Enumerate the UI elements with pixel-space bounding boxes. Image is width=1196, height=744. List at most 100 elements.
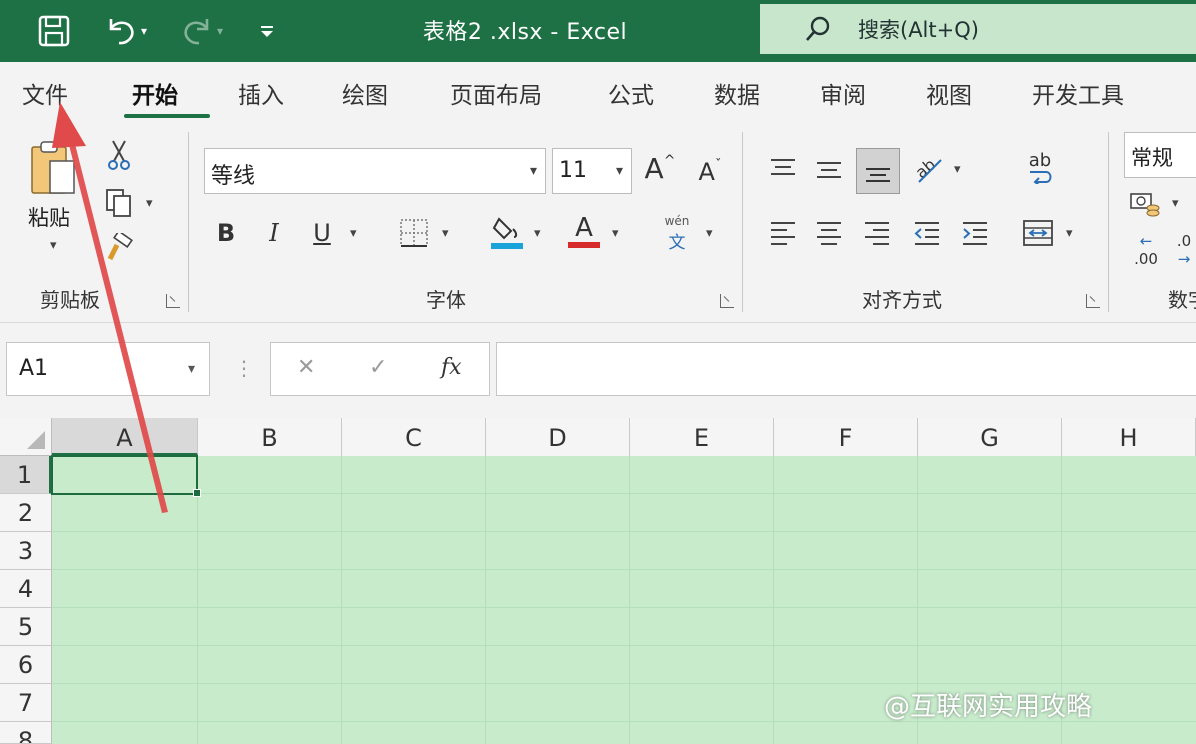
italic-button[interactable]: I xyxy=(258,216,290,250)
phonetic-guide-button[interactable]: wén 文 xyxy=(656,212,698,254)
row-header-2[interactable]: 2 xyxy=(0,494,52,532)
fill-color-chevron-down-icon[interactable]: ▾ xyxy=(534,226,541,241)
tab-data[interactable]: 数据 xyxy=(714,76,760,110)
increase-decimal-button[interactable]: ← .00 xyxy=(1126,232,1166,268)
decrease-decimal-arrow-icon: → xyxy=(1177,250,1191,268)
wrap-text-icon[interactable]: ab xyxy=(1022,148,1058,188)
phonetic-top-text: wén xyxy=(664,213,690,228)
active-cell-a1[interactable] xyxy=(51,455,198,495)
active-tab-indicator xyxy=(124,114,210,118)
watermark: @互联网实用攻略 xyxy=(884,692,1093,722)
tab-developer[interactable]: 开发工具 xyxy=(1032,76,1124,110)
column-header-b[interactable]: B xyxy=(198,418,342,456)
column-header-g[interactable]: G xyxy=(918,418,1062,456)
formula-bar-splitter[interactable]: ⋮ xyxy=(234,356,254,380)
paste-button-label[interactable]: 粘贴 xyxy=(28,202,70,232)
font-name-dropdown[interactable]: 等线 ▾ xyxy=(204,148,546,194)
column-header-c[interactable]: C xyxy=(342,418,486,456)
clipboard-dialog-launcher-icon[interactable] xyxy=(166,294,180,308)
gridline xyxy=(629,456,630,744)
decrease-decimal-button[interactable]: .0 → xyxy=(1172,232,1196,268)
currency-chevron-down-icon[interactable]: ▾ xyxy=(1172,196,1179,211)
number-group-label: 数字 xyxy=(1168,288,1196,312)
cancel-icon[interactable]: ✕ xyxy=(297,355,315,380)
name-box[interactable]: A1 ▾ xyxy=(6,342,210,396)
column-header-e[interactable]: E xyxy=(630,418,774,456)
bottom-align-icon[interactable] xyxy=(860,154,896,190)
paste-icon[interactable] xyxy=(26,138,80,200)
row-header-4[interactable]: 4 xyxy=(0,570,52,608)
formula-buttons: ✕ ✓ fx xyxy=(270,342,490,396)
column-header-d[interactable]: D xyxy=(486,418,630,456)
gridline xyxy=(52,569,1196,570)
tab-view[interactable]: 视图 xyxy=(926,76,972,110)
borders-icon[interactable] xyxy=(396,216,432,250)
phonetic-bottom-text: 文 xyxy=(668,232,686,253)
align-center-icon[interactable] xyxy=(812,216,846,250)
merge-chevron-down-icon[interactable]: ▾ xyxy=(1066,226,1073,241)
row-header-6[interactable]: 6 xyxy=(0,646,52,684)
merge-center-icon[interactable] xyxy=(1020,214,1056,252)
copy-icon[interactable] xyxy=(102,186,136,220)
font-color-chevron-down-icon[interactable]: ▾ xyxy=(612,226,619,241)
gridline xyxy=(52,493,1196,494)
top-align-icon[interactable] xyxy=(766,152,800,186)
tab-draw[interactable]: 绘图 xyxy=(342,76,388,110)
copy-chevron-down-icon[interactable]: ▾ xyxy=(146,196,153,211)
enter-icon[interactable]: ✓ xyxy=(369,355,387,380)
font-color-button[interactable]: A xyxy=(566,210,602,252)
gridline xyxy=(773,456,774,744)
fill-handle[interactable] xyxy=(193,489,201,497)
orientation-chevron-down-icon[interactable]: ▾ xyxy=(954,162,961,177)
number-format-value: 常规 xyxy=(1131,146,1173,170)
select-all-button[interactable] xyxy=(0,418,52,456)
format-painter-icon[interactable] xyxy=(104,232,136,264)
paste-chevron-down-icon[interactable]: ▾ xyxy=(50,238,57,253)
phonetic-chevron-down-icon[interactable]: ▾ xyxy=(706,226,713,241)
tab-insert[interactable]: 插入 xyxy=(238,76,284,110)
font-size-dropdown[interactable]: 11 ▾ xyxy=(552,148,632,194)
font-dialog-launcher-icon[interactable] xyxy=(720,294,734,308)
tab-home[interactable]: 开始 xyxy=(132,76,178,110)
font-size-value: 11 xyxy=(559,158,587,183)
wrap-text-label: ab xyxy=(1028,150,1052,171)
increase-indent-icon[interactable] xyxy=(958,216,992,250)
row-header-8[interactable]: 8 xyxy=(0,722,52,744)
font-color-swatch xyxy=(568,242,600,248)
number-format-dropdown[interactable]: 常规 xyxy=(1124,132,1196,178)
tab-page-layout[interactable]: 页面布局 xyxy=(450,76,542,110)
orientation-icon[interactable]: ab xyxy=(910,150,946,188)
row-header-1[interactable]: 1 xyxy=(0,456,52,494)
gridline xyxy=(52,683,1196,684)
center-vertical-align-icon[interactable] xyxy=(812,152,846,186)
underline-button[interactable]: U xyxy=(306,216,338,250)
gridline xyxy=(52,531,1196,532)
chevron-down-icon[interactable]: ▾ xyxy=(188,361,195,377)
formula-input[interactable] xyxy=(496,342,1196,396)
tab-file[interactable]: 文件 xyxy=(22,76,68,110)
group-separator xyxy=(188,132,189,312)
bold-button[interactable]: B xyxy=(210,216,242,250)
cut-icon[interactable] xyxy=(104,138,134,172)
underline-chevron-down-icon[interactable]: ▾ xyxy=(350,226,357,241)
currency-format-icon[interactable] xyxy=(1128,188,1164,222)
row-header-3[interactable]: 3 xyxy=(0,532,52,570)
column-header-a[interactable]: A xyxy=(52,418,198,456)
borders-chevron-down-icon[interactable]: ▾ xyxy=(442,226,449,241)
increase-font-size-button[interactable]: A ^ xyxy=(640,148,680,188)
align-right-icon[interactable] xyxy=(860,216,894,250)
row-header-5[interactable]: 5 xyxy=(0,608,52,646)
column-header-f[interactable]: F xyxy=(774,418,918,456)
column-header-h[interactable]: H xyxy=(1062,418,1196,456)
insert-function-icon[interactable]: fx xyxy=(441,355,462,380)
search-box[interactable]: 搜索(Alt+Q) xyxy=(760,4,1196,54)
tab-formulas[interactable]: 公式 xyxy=(608,76,654,110)
name-box-value: A1 xyxy=(19,356,49,381)
decrease-indent-icon[interactable] xyxy=(910,216,944,250)
align-left-icon[interactable] xyxy=(766,216,800,250)
alignment-dialog-launcher-icon[interactable] xyxy=(1086,294,1100,308)
decrease-font-size-button[interactable]: Aˇ xyxy=(690,152,730,192)
row-header-7[interactable]: 7 xyxy=(0,684,52,722)
fill-color-icon[interactable] xyxy=(488,212,526,252)
tab-review[interactable]: 审阅 xyxy=(820,76,866,110)
